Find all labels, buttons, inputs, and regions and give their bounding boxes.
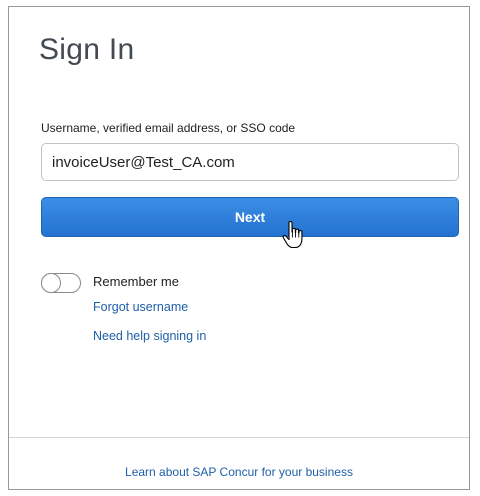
- need-help-signing-in-link[interactable]: Need help signing in: [93, 329, 206, 343]
- toggle-knob: [41, 273, 61, 293]
- footer-divider: [9, 437, 469, 438]
- username-label: Username, verified email address, or SSO…: [41, 121, 296, 135]
- remember-me-toggle[interactable]: [41, 273, 81, 293]
- sign-in-card: Sign In Username, verified email address…: [8, 6, 470, 490]
- username-input[interactable]: [41, 143, 459, 181]
- next-button[interactable]: Next: [41, 197, 459, 237]
- page-title: Sign In: [39, 33, 135, 66]
- learn-about-sap-concur-link[interactable]: Learn about SAP Concur for your business: [9, 465, 469, 479]
- forgot-username-link[interactable]: Forgot username: [93, 300, 188, 314]
- remember-me-label: Remember me: [93, 274, 179, 289]
